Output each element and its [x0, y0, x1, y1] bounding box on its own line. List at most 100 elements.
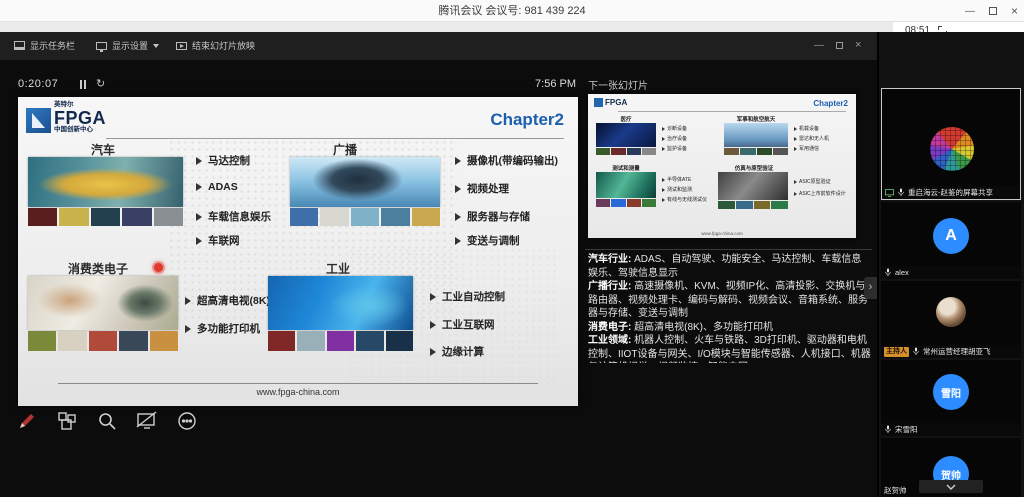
preview-bullet-military-1: 机载设备: [794, 125, 819, 132]
tile-label-songxueyang: 宋雪阳: [881, 423, 1021, 436]
share-close-icon[interactable]: ×: [855, 39, 861, 51]
bullet-automotive-2: ADAS: [196, 181, 238, 193]
preview-medical-thumbnails: [596, 148, 656, 155]
preview-prototyping-thumbnails: [718, 201, 788, 209]
automotive-thumbnails: [28, 208, 183, 226]
note-automotive: 汽车行业: ADAS、自动驾驶、功能安全、马达控制、车载信息娱乐、驾驶信息显示: [588, 253, 871, 280]
meeting-title: 腾讯会议 会议号: 981 439 224: [0, 0, 1024, 22]
show-taskbar-label: 显示任务栏: [30, 39, 75, 52]
preview-military-thumbnails: [724, 148, 788, 155]
more-options-button[interactable]: [174, 408, 200, 434]
chevron-down-icon: [946, 484, 956, 490]
slideshow-icon: [176, 42, 187, 50]
video-tile-host[interactable]: 主持人 常州运营经理胡亚飞: [881, 281, 1021, 358]
restart-timer-icon[interactable]: ↻: [96, 77, 105, 90]
preview-bullet-medical-3: 监护设备: [662, 145, 687, 152]
preview-prototyping-photo: [718, 172, 788, 200]
share-toolbar: 显示任务栏 显示设置 结束幻灯片放映: [0, 32, 877, 60]
laser-pointer-dot: [154, 263, 163, 272]
broadcast-photo: [290, 157, 440, 207]
section-title-broadcast: 广播: [300, 141, 390, 158]
minimize-icon[interactable]: —: [965, 6, 975, 17]
share-minimize-icon[interactable]: —: [814, 40, 824, 51]
tile-label-host: 主持人 常州运营经理胡亚飞: [881, 345, 1021, 358]
end-slideshow-label: 结束幻灯片放映: [192, 39, 255, 52]
avatar: 雪阳: [933, 374, 969, 410]
display-settings-button[interactable]: 显示设置: [96, 39, 159, 52]
tile-label-screenshare: 重启海云-赵鉴的屏幕共享: [882, 186, 1020, 199]
fpga-logo-icon: [26, 108, 51, 133]
preview-bullet-military-3: 军用通信: [794, 145, 819, 152]
preview-title-test: 测试和测量: [596, 164, 656, 172]
share-maximize-icon[interactable]: [836, 42, 843, 49]
preview-title-military: 军事和航空航天: [716, 115, 796, 123]
footer-rule: [58, 383, 538, 384]
elapsed-timer: 0:20:07: [18, 78, 58, 90]
preview-chapter: Chapter2: [813, 99, 848, 108]
end-slideshow-button[interactable]: 结束幻灯片放映: [176, 39, 255, 52]
speaker-notes: 汽车行业: ADAS、自动驾驶、功能安全、马达控制、车载信息娱乐、驾驶信息显示 …: [588, 253, 871, 363]
presenter-tools: [14, 408, 200, 434]
bullet-industrial-1: 工业自动控制: [430, 289, 505, 304]
app-window: 腾讯会议 会议号: 981 439 224 — × 08:51 正在讲话: 重启…: [0, 0, 1024, 497]
current-slide[interactable]: 英特尔 FPGA 中国创新中心 Chapter2 汽车 马达控制 ADAS 车载…: [18, 97, 578, 406]
chevron-down-icon: [153, 44, 159, 48]
bullet-automotive-4: 车联网: [196, 233, 240, 248]
video-tile-alex[interactable]: A alex: [881, 202, 1021, 279]
preview-bullet-prototyping-1: ASIC原型验证: [794, 178, 831, 185]
bullet-consumer-1: 超高清电视(8K): [185, 293, 270, 308]
close-icon[interactable]: ×: [1011, 4, 1018, 18]
bullet-broadcast-3: 服务器与存储: [455, 209, 530, 224]
next-slide-preview[interactable]: FPGA Chapter2 医疗 诊断设备 治疗设备 监护设备 军事和航空航天 …: [588, 94, 856, 238]
preview-test-photo: [596, 172, 656, 198]
slide-footer-url: www.fpga-china.com: [18, 387, 578, 397]
automotive-photo: [28, 157, 183, 207]
preview-title-medical: 医疗: [596, 115, 656, 123]
zoom-slide-button[interactable]: [94, 408, 120, 434]
preview-bullet-medical-2: 治疗设备: [662, 135, 687, 142]
participant-name: 赵贺帅: [884, 485, 907, 496]
section-title-industrial: 工业: [278, 260, 398, 277]
note-consumer: 消费电子: 超高清电视(8K)、多功能打印机: [588, 321, 871, 335]
pause-timer-icon[interactable]: [80, 80, 86, 89]
chapter-title: Chapter2: [490, 110, 564, 130]
avatar: [936, 297, 966, 327]
pen-tool-button[interactable]: [14, 408, 40, 434]
video-tile-zhaoheshuai[interactable]: 贺帅 赵贺帅: [881, 438, 1021, 497]
maximize-icon[interactable]: [989, 7, 997, 15]
collapse-panel-button[interactable]: [919, 480, 983, 493]
participant-name: alex: [895, 268, 909, 277]
display-settings-label: 显示设置: [112, 39, 148, 52]
preview-header-rule: [618, 111, 846, 112]
video-tile-screenshare[interactable]: 重启海云-赵鉴的屏幕共享: [881, 88, 1021, 200]
section-title-consumer: 消费类电子: [38, 260, 158, 277]
participant-name: 常州运营经理胡亚飞: [923, 346, 991, 357]
broadcast-thumbnails: [290, 208, 440, 226]
industrial-photo: [268, 276, 413, 330]
bullet-consumer-2: 多功能打印机: [185, 321, 260, 336]
note-industrial: 工业领域: 机器人控制、火车与铁路、3D打印机、驱动器和电机控制、IIOT设备与…: [588, 334, 871, 363]
host-badge: 主持人: [884, 347, 909, 357]
bullet-industrial-2: 工业互联网: [430, 317, 495, 332]
consumer-thumbnails: [28, 331, 178, 351]
header-rule: [106, 138, 564, 139]
preview-military-photo: [724, 123, 788, 147]
preview-medical-photo: [596, 123, 656, 147]
consumer-photo: [28, 276, 178, 330]
panel-expander-button[interactable]: ›: [864, 277, 877, 299]
section-title-automotive: 汽车: [28, 141, 178, 158]
video-tile-songxueyang[interactable]: 雪阳 宋雪阳: [881, 360, 1021, 436]
note-broadcast: 广播行业: 高速摄像机、KVM、视频IP化、高清投影、交换机与路由器、视频处理卡…: [588, 280, 871, 321]
preview-bullet-prototyping-2: ASIC上市前软件设计: [794, 190, 846, 197]
participant-name: 宋雪阳: [895, 424, 918, 435]
mic-icon: [884, 425, 892, 434]
preview-bullet-test-1: 半导体ATE: [662, 176, 691, 183]
bullet-broadcast-2: 视频处理: [455, 181, 509, 196]
all-slides-button[interactable]: [54, 408, 80, 434]
show-taskbar-button[interactable]: 显示任务栏: [14, 39, 75, 52]
mic-icon: [912, 347, 920, 356]
preview-bullet-military-2: 雷达和无人机: [794, 135, 829, 142]
share-window-controls: — ×: [814, 39, 861, 51]
black-screen-button[interactable]: [134, 408, 160, 434]
preview-bullet-test-2: 测试和监测: [662, 186, 692, 193]
